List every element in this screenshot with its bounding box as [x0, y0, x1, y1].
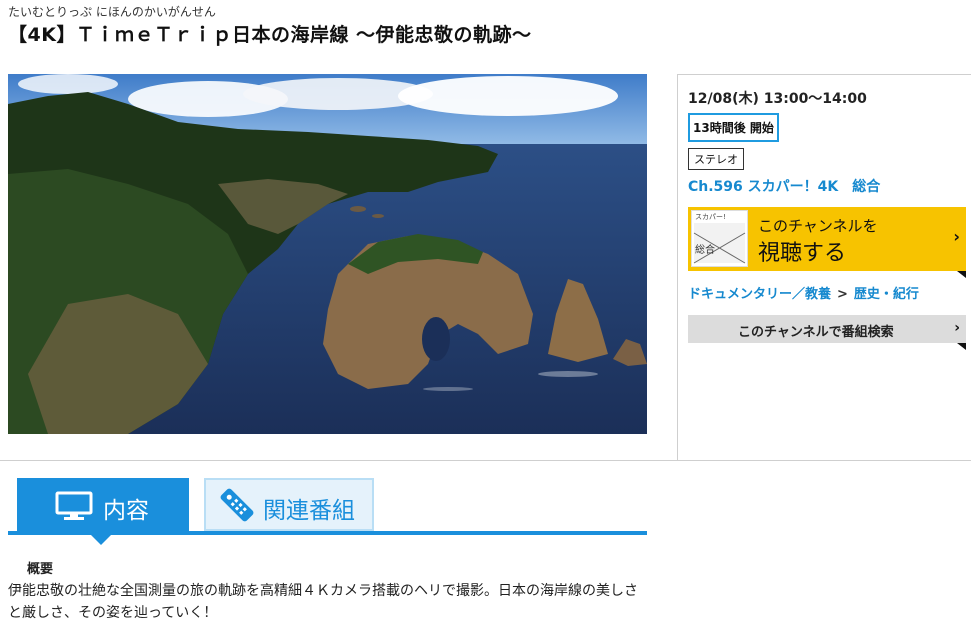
watch-button-line1: このチャンネルを	[758, 217, 878, 235]
channel-search-button[interactable]: このチャンネルで番組検索 ›	[688, 315, 966, 350]
countdown-badge: 13時間後 開始	[688, 113, 779, 142]
genre-separator: >	[837, 287, 848, 302]
program-title-ruby: たいむとりっぷ にほんのかいがんせん	[8, 5, 216, 19]
tab-related-programs[interactable]: 関連番組	[204, 478, 374, 531]
broadcast-datetime: 12/08(木) 13:00〜14:00	[688, 91, 867, 107]
tab-overview-label: 内容	[103, 498, 149, 524]
thumbnail-brand: スカパー!	[695, 213, 726, 221]
overview-heading: 概要	[27, 562, 54, 577]
tab-overview[interactable]: 内容	[17, 478, 189, 533]
broadcast-info-panel: 12/08(木) 13:00〜14:00 13時間後 開始 ステレオ Ch.59…	[677, 74, 971, 460]
tab-underline	[8, 531, 647, 535]
watch-channel-button[interactable]: スカパー! 総合 このチャンネルを 視聴する ›	[688, 207, 966, 278]
genre-link-documentary[interactable]: ドキュメンタリー／教養	[688, 287, 831, 302]
corner-triangle-icon	[957, 343, 966, 350]
section-divider	[0, 460, 971, 461]
channel-search-label: このチャンネルで番組検索	[738, 325, 894, 340]
remote-icon	[218, 487, 256, 527]
program-title: 【4K】ＴｉｍｅＴｒｉｐ日本の海岸線 〜伊能忠敬の軌跡〜	[8, 24, 532, 46]
coastal-cliffs-photo	[8, 74, 647, 434]
chevron-right-icon: ›	[953, 227, 960, 246]
channel-thumbnail: スカパー! 総合	[691, 210, 748, 267]
tab-related-programs-label: 関連番組	[263, 498, 355, 524]
watch-button-line2: 視聴する	[758, 241, 847, 266]
program-hero-image	[8, 74, 647, 434]
corner-triangle-icon	[957, 271, 966, 278]
overview-text: 伊能忠敬の壮絶な全国測量の旅の軌跡を高精細４Ｋカメラ搭載のヘリで撮影。日本の海岸…	[8, 583, 638, 621]
thumbnail-label: 総合	[695, 245, 715, 256]
audio-badge: ステレオ	[688, 148, 744, 170]
genre-link-history[interactable]: 歴史・紀行	[854, 287, 919, 302]
tv-icon	[55, 491, 93, 525]
genre-breadcrumb: ドキュメンタリー／教養 > 歴史・紀行	[688, 283, 919, 302]
chevron-right-icon: ›	[954, 320, 960, 336]
channel-link[interactable]: Ch.596 スカパー！4K 総合	[688, 176, 880, 196]
